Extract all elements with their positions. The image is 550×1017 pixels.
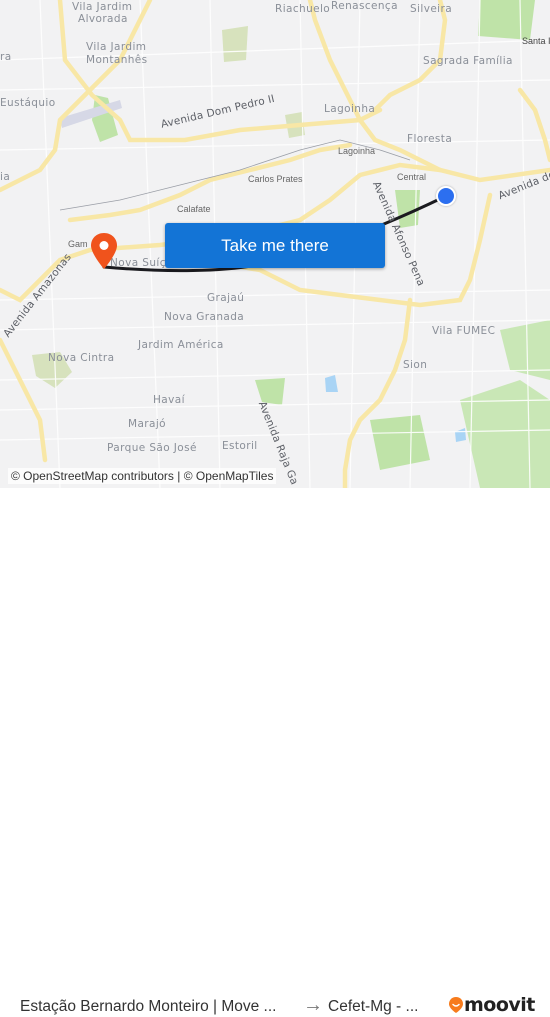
label-vila-jardim-alvorada: Vila Jardim <box>72 1 133 13</box>
map-view[interactable]: Vila Jardim Alvorada Vila Jardim Montanh… <box>0 0 550 488</box>
label-nova-cintra: Nova Cintra <box>48 352 115 364</box>
moovit-logo[interactable]: moovit <box>448 994 535 1016</box>
label-nova-suica: Nova Suíça <box>110 257 173 269</box>
label-carlos-prates: Carlos Prates <box>248 174 303 184</box>
park <box>222 26 248 62</box>
park <box>255 378 285 405</box>
label-sion: Sion <box>403 359 428 371</box>
label-lagoinha-station: Lagoinha <box>338 146 376 156</box>
label-ra: ra <box>0 51 12 63</box>
moovit-pin-icon <box>449 997 463 1013</box>
label-floresta: Floresta <box>407 133 453 145</box>
map-pin-icon <box>91 233 117 269</box>
label-lagoinha: Lagoinha <box>324 103 376 115</box>
take-me-there-button[interactable]: Take me there <box>165 223 385 268</box>
origin-marker[interactable] <box>436 186 456 206</box>
label-gameleira: Gam <box>68 239 88 249</box>
label-vila-jardim-alvorada-2: Alvorada <box>78 13 128 25</box>
label-calafate: Calafate <box>177 204 211 214</box>
label-marajo: Marajó <box>128 418 166 430</box>
arrow-right-icon: → <box>303 994 323 1016</box>
label-eustaquio: Eustáquio <box>0 97 56 109</box>
label-vila-fumec: Vila FUMEC <box>432 325 496 337</box>
label-central: Central <box>397 172 427 182</box>
label-havai: Havaí <box>153 394 185 406</box>
origin-stop-name: Estação Bernardo Monteiro | Move ... <box>20 998 277 1015</box>
trip-footer: Estação Bernardo Monteiro | Move ... → C… <box>0 488 550 1016</box>
label-grajau: Grajaú <box>207 292 245 304</box>
park <box>460 380 550 488</box>
label-nova-granada: Nova Granada <box>164 311 245 323</box>
label-vila-jardim-montanhes: Vila Jardim <box>86 41 147 53</box>
lake <box>455 428 466 442</box>
label-vila-jardim-montanhes-2: Montanhês <box>86 54 148 66</box>
label-ia: ia <box>0 171 11 183</box>
label-jardim-america: Jardim América <box>138 339 224 351</box>
label-riachuelo: Riachuelo <box>275 3 331 15</box>
label-santa: Santa I <box>522 36 550 46</box>
park <box>370 415 430 470</box>
brand-name: moovit <box>464 994 535 1016</box>
label-silveira: Silveira <box>410 3 453 15</box>
map-attribution[interactable]: © OpenStreetMap contributors | © OpenMap… <box>8 468 277 484</box>
lake <box>325 375 338 392</box>
destination-pin[interactable] <box>90 232 118 275</box>
label-estoril: Estoril <box>222 440 258 452</box>
destination-stop-name: Cefet-Mg - ... <box>328 998 419 1015</box>
label-sagrada-familia: Sagrada Família <box>423 55 513 67</box>
label-renascenca: Renascença <box>331 0 398 12</box>
label-parque-sao-jose: Parque São José <box>107 442 197 454</box>
park <box>478 0 535 40</box>
